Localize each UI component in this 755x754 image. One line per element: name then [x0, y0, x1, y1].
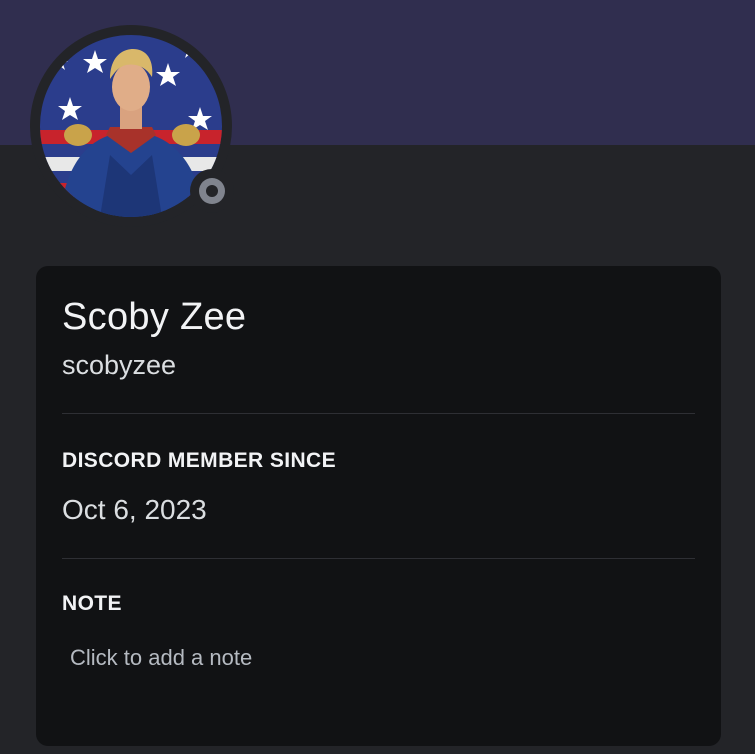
user-profile-panel: Scoby Zee scobyzee DISCORD MEMBER SINCE …: [0, 0, 755, 754]
avatar-container[interactable]: [30, 25, 234, 227]
divider: [62, 413, 695, 414]
member-since-heading: DISCORD MEMBER SINCE: [62, 449, 337, 472]
note-heading: NOTE: [62, 592, 122, 615]
divider: [62, 558, 695, 559]
display-name: Scoby Zee: [62, 296, 247, 338]
note-input[interactable]: [64, 640, 684, 676]
profile-card: Scoby Zee scobyzee DISCORD MEMBER SINCE …: [36, 266, 721, 746]
member-since-date: Oct 6, 2023: [62, 494, 207, 525]
username: scobyzee: [62, 350, 177, 380]
status-indicator: [190, 169, 234, 213]
status-offline-icon: [199, 178, 225, 204]
